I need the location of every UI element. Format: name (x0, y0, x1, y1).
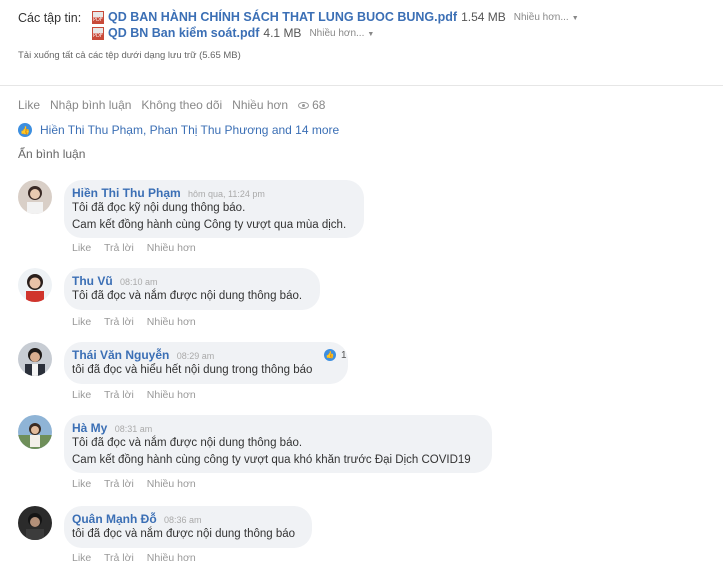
avatar[interactable] (18, 506, 52, 540)
comment-more-button[interactable]: Nhiều hơn (147, 389, 196, 401)
more-button[interactable]: Nhiều hơn (232, 98, 288, 112)
comment-header: Quân Mạnh Đỗ 08:36 am (72, 512, 300, 526)
comment-bubble: Hiền Thi Thu Phạm hôm qua, 11:24 pm Tôi … (64, 180, 364, 238)
comment-timestamp: 08:10 am (120, 277, 158, 287)
comment-header: Hiền Thi Thu Phạm hôm qua, 11:24 pm (72, 186, 352, 200)
comment-author[interactable]: Thái Văn Nguyễn (72, 348, 169, 362)
likers-row: 👍 Hiền Thi Thu Phạm, Phan Thị Thu Phương… (18, 123, 339, 137)
comment-like-button[interactable]: Like (72, 552, 91, 564)
comment-button[interactable]: Nhập bình luận (50, 98, 131, 112)
comment-text: Tôi đã đọc và nắm được nội dung thông bá… (72, 437, 303, 449)
comment-reply-button[interactable]: Trả lời (104, 316, 134, 328)
comment-bubble: Quân Mạnh Đỗ 08:36 am tôi đã đọc và nắm … (64, 506, 312, 548)
hide-comments-link[interactable]: Ẩn bình luận (18, 147, 85, 161)
comment-text: tôi đã đọc và hiểu hết nội dung trong th… (72, 364, 313, 376)
comment-timestamp: 08:31 am (114, 424, 153, 434)
attachment-more-menu[interactable]: Nhiều hơn... ▼ (309, 28, 374, 39)
thumbs-up-icon: 👍 (324, 349, 336, 361)
comment-actions: Like Trả lời Nhiều hơn (72, 478, 206, 490)
comment-like-button[interactable]: Like (72, 316, 91, 328)
comment-reaction[interactable]: 👍 1 (324, 349, 347, 361)
comment-actions: Like Trả lời Nhiều hơn (72, 242, 206, 254)
attachment-link[interactable]: QD BAN HÀNH CHÍNH SÁCH THAT LUNG BUOC BU… (108, 10, 457, 24)
comment-more-button[interactable]: Nhiều hơn (147, 242, 196, 254)
comment-more-button[interactable]: Nhiều hơn (147, 552, 196, 564)
attachment-row: QD BAN HÀNH CHÍNH SÁCH THAT LUNG BUOC BU… (92, 10, 579, 24)
comment-header: Thu Vũ 08:10 am (72, 274, 308, 288)
comment-actions: Like Trả lời Nhiều hơn (72, 389, 206, 401)
comment-text: Cam kết đồng hành cùng công ty vượt qua … (72, 454, 471, 466)
comment-more-button[interactable]: Nhiều hơn (147, 316, 196, 328)
pdf-file-icon (92, 26, 104, 40)
comment-timestamp: 08:36 am (164, 515, 202, 525)
comment-like-button[interactable]: Like (72, 389, 91, 401)
comment-more-button[interactable]: Nhiều hơn (147, 478, 196, 490)
attachment-row: QD BN Ban kiểm soát.pdf 4.1 MB Nhiều hơn… (92, 26, 374, 40)
comment-reply-button[interactable]: Trả lời (104, 389, 134, 401)
comment-text: tôi đã đọc và nắm được nội dung thông bá… (72, 528, 296, 540)
post-actions-bar: Like Nhập bình luận Không theo dõi Nhiều… (18, 98, 325, 112)
attachment-size: 1.54 MB (461, 10, 506, 24)
comment-actions: Like Trả lời Nhiều hơn (72, 316, 206, 328)
views-counter: 68 (298, 98, 325, 112)
avatar[interactable] (18, 415, 52, 449)
comment-timestamp: 08:29 am (176, 351, 215, 361)
thumbs-up-icon: 👍 (18, 123, 32, 137)
comment-author[interactable]: Thu Vũ (72, 274, 113, 288)
comment-timestamp: hôm qua, 11:24 pm (188, 189, 265, 199)
likers-link[interactable]: Hiền Thi Thu Phạm, Phan Thị Thu Phương a… (40, 123, 339, 137)
comment-author[interactable]: Quân Mạnh Đỗ (72, 512, 157, 526)
comment-actions: Like Trả lời Nhiều hơn (72, 552, 206, 564)
attachment-link[interactable]: QD BN Ban kiểm soát.pdf (108, 26, 259, 40)
eye-icon (298, 102, 310, 110)
comment-text: Cam kết đồng hành cùng Công ty vượt qua … (72, 219, 347, 231)
avatar[interactable] (18, 180, 52, 214)
comment-bubble: Thái Văn Nguyễn 08:29 am tôi đã đọc và h… (64, 342, 348, 384)
chevron-down-icon: ▼ (367, 30, 375, 38)
comment-text: Tôi đã đọc kỹ nội dung thông báo. (72, 202, 246, 214)
comment-bubble: Thu Vũ 08:10 am Tôi đã đọc và nắm được n… (64, 268, 320, 310)
comment-like-button[interactable]: Like (72, 478, 91, 490)
comment-reply-button[interactable]: Trả lời (104, 552, 134, 564)
avatar[interactable] (18, 342, 52, 376)
views-count: 68 (312, 98, 326, 112)
download-all-link[interactable]: Tải xuống tất cả các tệp dưới dạng lưu t… (18, 50, 241, 61)
comment-header: Thái Văn Nguyễn 08:29 am (72, 348, 336, 362)
comment-text: Tôi đã đọc và nắm được nội dung thông bá… (72, 290, 303, 302)
pdf-file-icon (92, 10, 104, 24)
unfollow-button[interactable]: Không theo dõi (141, 98, 222, 112)
avatar[interactable] (18, 268, 52, 302)
attachment-more-menu[interactable]: Nhiều hơn... ▼ (514, 12, 579, 23)
comment-reply-button[interactable]: Trả lời (104, 242, 134, 254)
divider (0, 85, 723, 86)
comment-bubble: Hà My 08:31 am Tôi đã đọc và nắm được nộ… (64, 415, 492, 473)
comment-author[interactable]: Hà My (72, 421, 107, 435)
comment-like-button[interactable]: Like (72, 242, 91, 254)
comment-header: Hà My 08:31 am (72, 421, 480, 435)
attachment-size: 4.1 MB (263, 26, 302, 40)
attachment-more-label: Nhiều hơn... (309, 27, 365, 39)
chevron-down-icon: ▼ (571, 14, 579, 22)
reaction-count: 1 (341, 349, 347, 361)
attachments-label: Các tập tin: (18, 11, 82, 25)
comment-author[interactable]: Hiền Thi Thu Phạm (72, 186, 181, 200)
comment-reply-button[interactable]: Trả lời (104, 478, 134, 490)
like-button[interactable]: Like (18, 98, 40, 112)
attachment-more-label: Nhiều hơn... (513, 11, 569, 23)
